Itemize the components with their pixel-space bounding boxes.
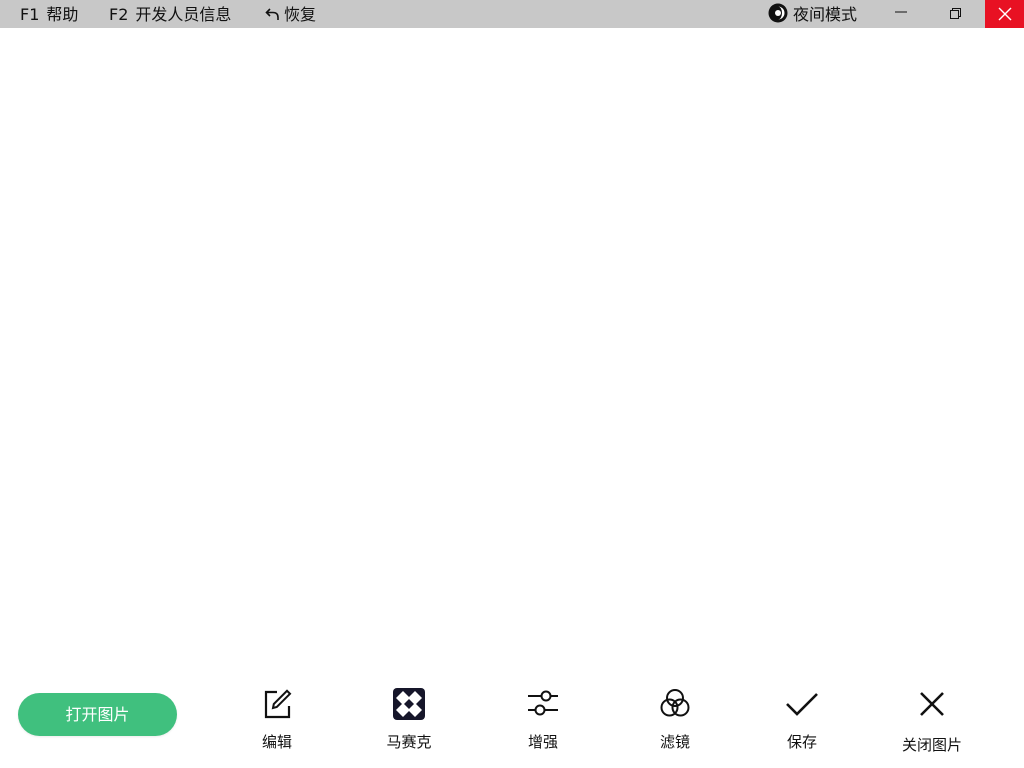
checkmark-icon — [786, 693, 818, 716]
edit-icon — [264, 689, 292, 719]
restore-window-button[interactable] — [937, 0, 975, 28]
filter-tool-button[interactable]: 滤镜 — [635, 686, 715, 756]
close-image-tool-button[interactable]: 关闭图片 — [892, 686, 972, 756]
developer-label: 开发人员信息 — [135, 5, 232, 24]
menu-restore[interactable]: 恢复 — [265, 0, 316, 28]
night-mode-label: 夜间模式 — [793, 5, 858, 24]
mosaic-icon — [393, 688, 425, 720]
enhance-tool-button[interactable]: 增强 — [503, 686, 583, 756]
restore-window-icon — [950, 8, 961, 19]
menu-developer-info[interactable]: F2 开发人员信息 — [109, 0, 231, 28]
filter-circles-icon — [660, 689, 690, 717]
bottom-toolbar: 打开图片 编辑 马赛克 增强 滤镜 保存 关闭图片 — [0, 668, 1024, 768]
edit-tool-button[interactable]: 编辑 — [237, 686, 317, 756]
help-label: 帮助 — [46, 5, 79, 24]
save-tool-label: 保存 — [786, 733, 817, 751]
restore-label: 恢复 — [284, 5, 317, 24]
minimize-icon — [895, 11, 907, 13]
mosaic-tool-button[interactable]: 马赛克 — [369, 686, 449, 756]
undo-arrow-icon — [265, 8, 279, 20]
night-mode-icon — [768, 3, 788, 23]
open-image-button[interactable]: 打开图片 — [18, 693, 177, 736]
minimize-button[interactable] — [882, 0, 920, 28]
help-shortcut-key: F1 — [20, 5, 40, 24]
edit-tool-label: 编辑 — [261, 733, 292, 751]
close-image-tool-label: 关闭图片 — [901, 736, 962, 754]
close-x-icon — [920, 692, 944, 716]
sliders-icon — [528, 690, 558, 716]
close-icon — [998, 7, 1011, 21]
developer-shortcut-key: F2 — [109, 5, 129, 24]
mosaic-tool-label: 马赛克 — [386, 733, 432, 751]
enhance-tool-label: 增强 — [527, 733, 558, 751]
top-menu-bar: F1 帮助 F2 开发人员信息 恢复 夜间模式 — [0, 0, 1024, 28]
save-tool-button[interactable]: 保存 — [762, 686, 842, 756]
menu-night-mode[interactable]: 夜间模式 — [767, 0, 857, 28]
menu-help[interactable]: F1 帮助 — [20, 0, 78, 28]
image-canvas — [0, 28, 1024, 668]
close-window-button[interactable] — [985, 0, 1024, 28]
filter-tool-label: 滤镜 — [659, 733, 690, 751]
